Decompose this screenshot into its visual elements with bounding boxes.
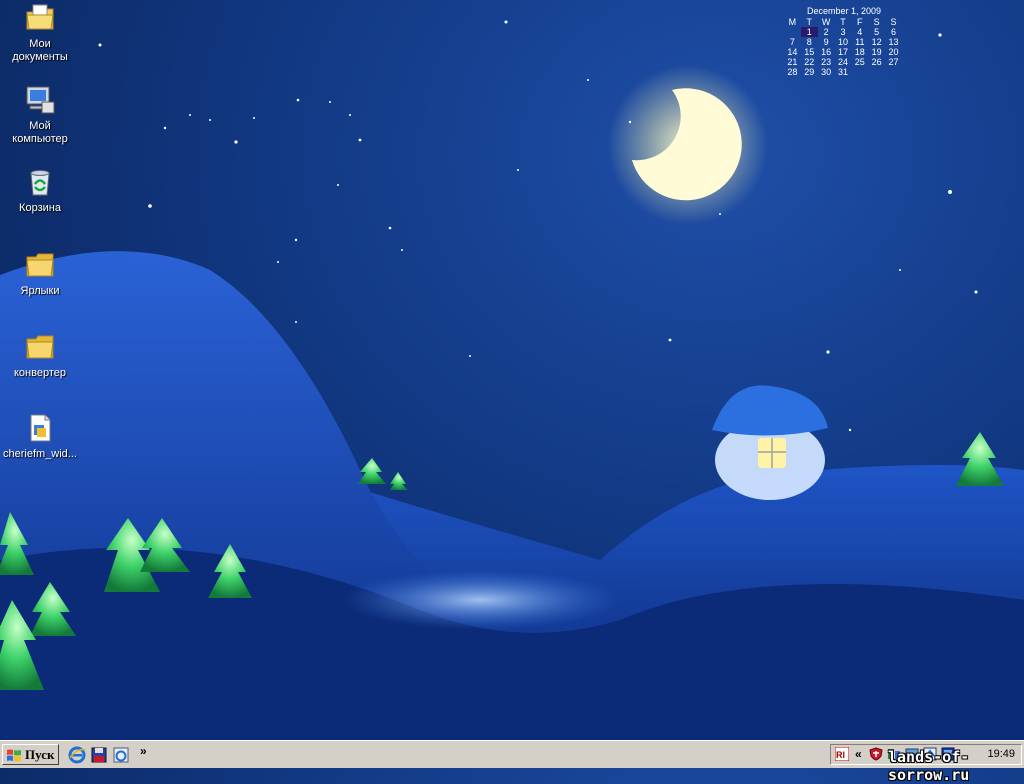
desktop-icon-label: конвертер xyxy=(14,367,66,379)
calendar-day: 1 xyxy=(800,27,818,37)
start-button[interactable]: Пуск xyxy=(2,744,59,765)
desktop-icon-konverter[interactable]: конвертер xyxy=(0,331,80,380)
desktop-wallpaper xyxy=(0,20,1024,740)
my-computer-icon xyxy=(26,86,55,114)
calendar-day: 30 xyxy=(821,67,832,77)
internet-explorer-icon[interactable] xyxy=(68,746,86,764)
calendar-day: 3 xyxy=(840,27,846,37)
quicklaunch-chevron-icon[interactable]: » xyxy=(140,744,147,758)
desktop-icon-cheriefm[interactable]: cheriefm_wid... xyxy=(0,412,80,461)
calendar-week: 7 8 9 10 11 12 13 xyxy=(784,37,902,47)
desktop-icon-label: Корзина xyxy=(19,202,61,214)
desktop-icon-label: Ярлыки xyxy=(20,285,60,297)
calendar-title: December 1, 2009 xyxy=(806,6,882,16)
folder-icon xyxy=(26,253,54,277)
calendar-day xyxy=(885,67,902,77)
calendar-widget: December 1, 2009 M T W T F S S 1 2 3 4 5… xyxy=(784,6,904,77)
windows-logo-icon xyxy=(7,749,21,761)
calendar-day: 12 xyxy=(871,37,882,47)
browser-icon[interactable] xyxy=(112,746,130,764)
calendar-day: 17 xyxy=(837,47,848,57)
calendar-day: 19 xyxy=(871,47,882,57)
calendar-day: 11 xyxy=(855,37,865,47)
calendar-week: 28 29 30 31 xyxy=(784,67,902,77)
calendar-day: 18 xyxy=(854,47,865,57)
svg-text:Rl: Rl xyxy=(836,750,845,760)
shield-icon[interactable] xyxy=(869,747,883,761)
calendar-day: 5 xyxy=(874,27,880,37)
folder-icon xyxy=(26,335,54,359)
calendar-week: 21 22 23 24 25 26 27 xyxy=(784,57,902,67)
weekday: T xyxy=(840,17,846,27)
desktop-icon-my-documents[interactable]: Мои документы xyxy=(0,2,80,64)
rl-icon[interactable]: Rl xyxy=(835,747,849,761)
weekday: M xyxy=(788,17,797,27)
calendar-week: 1 2 3 4 5 6 xyxy=(784,27,902,37)
calendar-day: 4 xyxy=(857,27,863,37)
calendar-week: 14 15 16 17 18 19 20 xyxy=(784,47,902,57)
setup-file-icon xyxy=(30,414,51,442)
recycle-bin-icon xyxy=(30,170,50,196)
calendar-day: 23 xyxy=(821,57,832,67)
calendar-day: 21 xyxy=(787,57,798,67)
calendar-grid: M T W T F S S 1 2 3 4 5 6 7 8 9 10 11 12… xyxy=(784,17,902,77)
calendar-day: 9 xyxy=(823,37,829,47)
calendar-day: 27 xyxy=(888,57,899,67)
desktop-icon-yarlyki[interactable]: Ярлыки xyxy=(0,249,80,298)
calendar-day: 20 xyxy=(888,47,899,57)
start-label: Пуск xyxy=(25,746,55,762)
calendar-day: 24 xyxy=(837,57,848,67)
calendar-day: 8 xyxy=(806,37,812,47)
calendar-day: 10 xyxy=(837,37,848,47)
calendar-day: 31 xyxy=(837,67,848,77)
weekday: S xyxy=(890,17,897,27)
weekday: S xyxy=(873,17,880,27)
calendar-day: 29 xyxy=(804,67,815,77)
weekday: F xyxy=(857,17,863,27)
my-documents-icon xyxy=(26,4,54,30)
calendar-day: 22 xyxy=(804,57,815,67)
desktop-icon-label: cheriefm_wid... xyxy=(3,448,77,460)
desktop-icon-label: Мой компьютер xyxy=(12,120,68,145)
calendar-day: 6 xyxy=(891,27,897,37)
calendar-day: 16 xyxy=(821,47,832,57)
weekday: W xyxy=(821,17,831,27)
save-disk-icon[interactable] xyxy=(90,746,108,764)
tray-expand-chevron-icon[interactable]: « xyxy=(855,747,862,761)
desktop-icon-recycle-bin[interactable]: Корзина xyxy=(0,166,80,215)
watermark-text: lands-of-sorrow.ru xyxy=(888,748,970,784)
calendar-day xyxy=(868,67,885,77)
calendar-day: 25 xyxy=(854,57,865,67)
weekday: T xyxy=(806,17,813,27)
calendar-day xyxy=(784,27,801,37)
calendar-day: 13 xyxy=(888,37,899,47)
desktop-icon-label: Мои документы xyxy=(12,38,68,63)
calendar-day: 15 xyxy=(804,47,815,57)
desktop-icon-my-computer[interactable]: Мой компьютер xyxy=(0,84,80,146)
calendar-weekday-row: M T W T F S S xyxy=(784,17,902,27)
valley-glow xyxy=(340,570,620,630)
snow-house xyxy=(712,385,828,500)
calendar-day: 7 xyxy=(789,37,795,47)
calendar-day xyxy=(851,67,868,77)
calendar-day: 2 xyxy=(823,27,829,37)
calendar-day: 28 xyxy=(787,67,798,77)
taskbar: Пуск » Rl « 19:49 xyxy=(0,740,1024,768)
calendar-day: 26 xyxy=(871,57,882,67)
calendar-day: 14 xyxy=(787,47,798,57)
